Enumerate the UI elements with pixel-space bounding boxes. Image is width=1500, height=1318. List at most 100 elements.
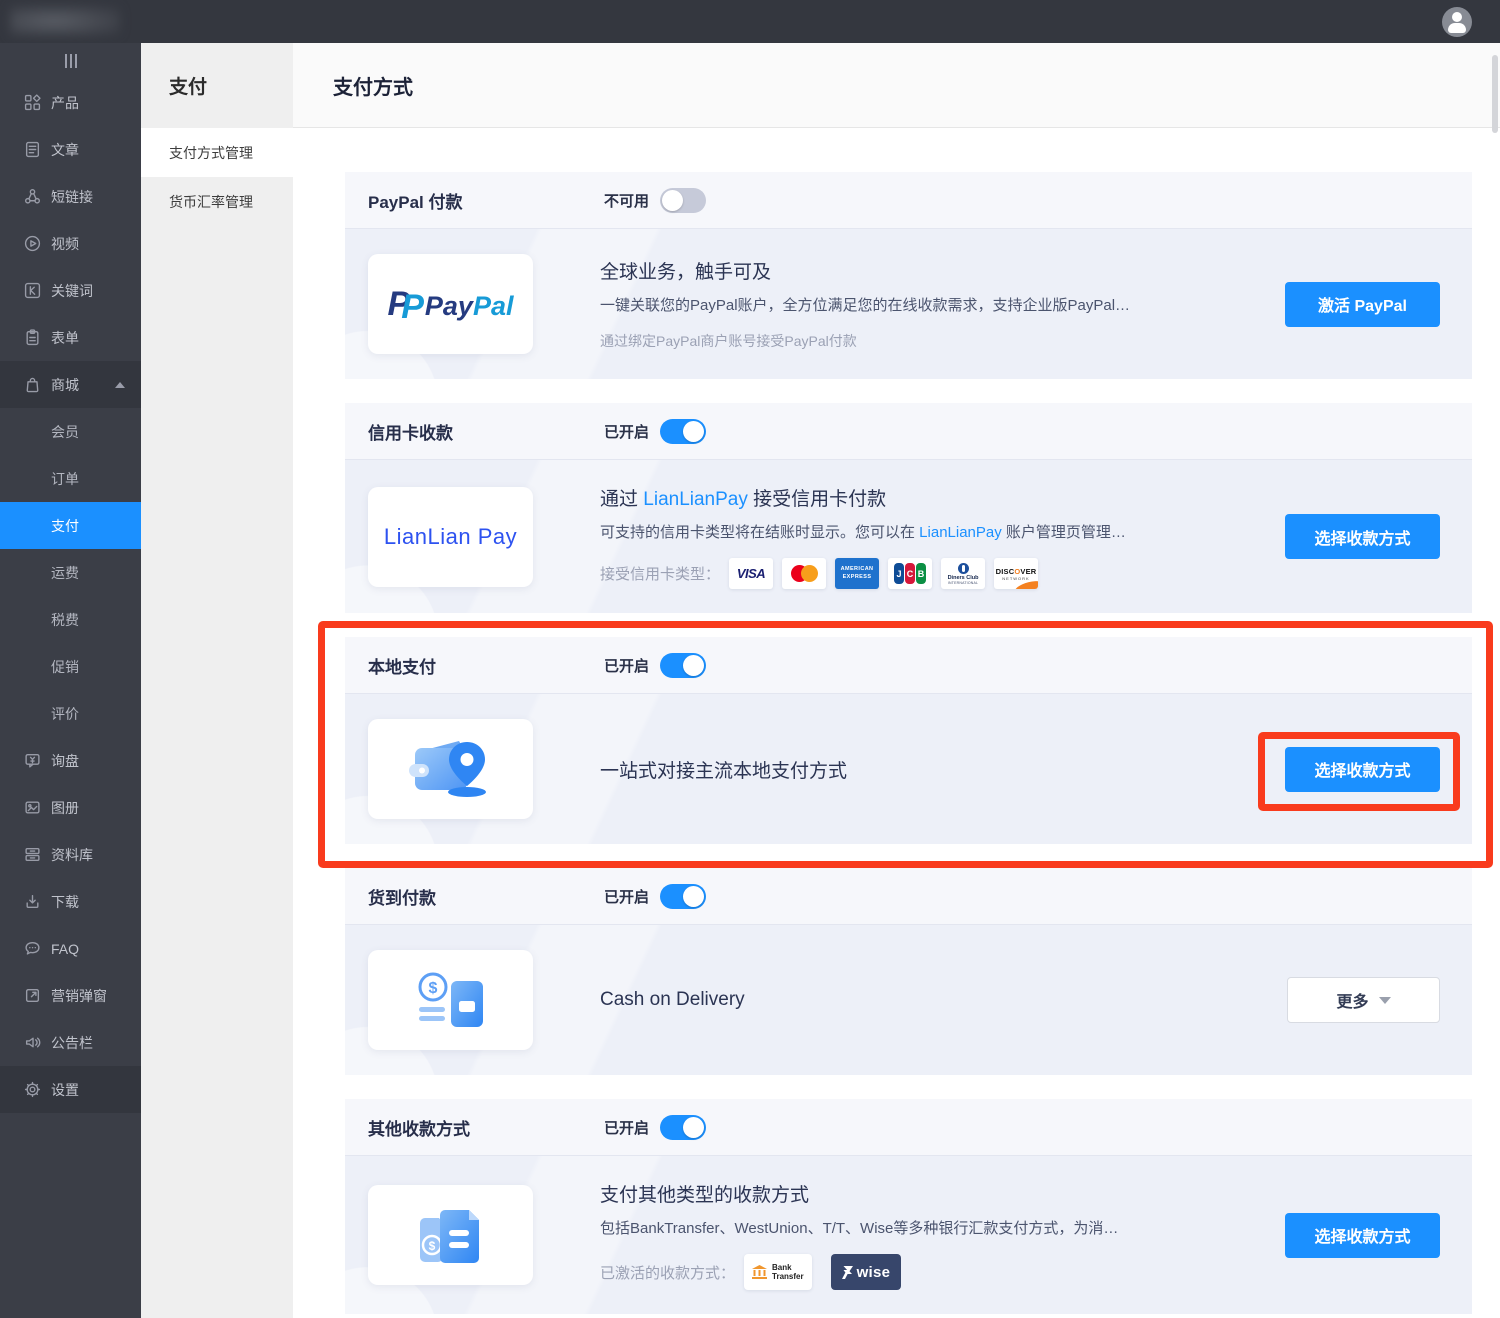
card-title: 支付其他类型的收款方式 <box>600 1180 1285 1207</box>
sidebar-item-label: 下载 <box>51 892 79 912</box>
sidebar-item-inquiry[interactable]: 询盘 <box>0 737 141 784</box>
page-header: 支付方式 <box>293 43 1500 128</box>
mastercard-icon <box>782 558 826 589</box>
sidebar-item-label: 视频 <box>51 234 79 254</box>
sidebar-item-label: 设置 <box>51 1080 79 1100</box>
sidebar-item-forms[interactable]: 表单 <box>0 314 141 361</box>
scrollbar-thumb[interactable] <box>1492 55 1498 133</box>
sidebar-item-gallery[interactable]: 图册 <box>0 784 141 831</box>
keyword-icon <box>24 282 41 299</box>
sidebar-item-marketing-popup[interactable]: 营销弹窗 <box>0 972 141 1019</box>
lianlianpay-wordmark: LianLian Pay <box>384 524 517 550</box>
sidebar-item-mall[interactable]: 商城 <box>0 361 141 408</box>
subnav-item-payment-methods[interactable]: 支付方式管理 <box>141 128 293 177</box>
card-note: 通过绑定PayPal商户账号接受PayPal付款 <box>600 331 1285 351</box>
subitem-label: 会员 <box>51 422 79 442</box>
sidebar-item-label: 公告栏 <box>51 1033 93 1053</box>
sidebar-subitem-reviews[interactable]: 评价 <box>0 690 141 737</box>
card-description: 包括BankTransfer、WestUnion、T/T、Wise等多种银行汇款… <box>600 1217 1285 1238</box>
card-title: Cash on Delivery <box>600 989 1287 1011</box>
cod-logo: $ <box>368 950 533 1050</box>
sidebar-subitem-payment[interactable]: 支付 <box>0 502 141 549</box>
choose-payment-method-button[interactable]: 选择收款方式 <box>1285 747 1440 792</box>
discover-card-icon: DISCOVERNETWORK <box>994 558 1038 589</box>
svg-text:$: $ <box>428 1239 435 1253</box>
sidebar-subitem-tax[interactable]: 税费 <box>0 596 141 643</box>
page-title: 支付方式 <box>333 71 413 100</box>
image-icon <box>24 799 41 816</box>
toggle-label: 已开启 <box>604 655 649 676</box>
annotation-box-small: 选择收款方式 <box>1285 747 1440 792</box>
sidebar-subitem-members[interactable]: 会员 <box>0 408 141 455</box>
video-play-icon <box>24 235 41 252</box>
sidebar-collapse-button[interactable] <box>0 43 141 79</box>
other-methods-toggle[interactable] <box>660 1115 706 1140</box>
subitem-label: 运费 <box>51 563 79 583</box>
sidebar-subitem-orders[interactable]: 订单 <box>0 455 141 502</box>
sidebar-item-products[interactable]: 产品 <box>0 79 141 126</box>
main-content: 支付方式 PayPal 付款 不可用 PP <box>293 43 1500 1318</box>
card-title: 全球业务，触手可及 <box>600 257 1285 284</box>
sidebar-item-label: 资料库 <box>51 845 93 865</box>
activate-paypal-button[interactable]: 激活 PayPal <box>1285 282 1440 327</box>
sidebar-item-videos[interactable]: 视频 <box>0 220 141 267</box>
activated-methods-label: 已激活的收款方式： <box>600 1262 735 1283</box>
subnav-item-label: 支付方式管理 <box>169 143 253 163</box>
popup-expand-icon <box>24 987 41 1004</box>
section-title: 其他收款方式 <box>368 1115 604 1140</box>
section-title: PayPal 付款 <box>368 188 604 213</box>
inquiry-bubble-icon <box>24 752 41 769</box>
download-icon <box>24 893 41 910</box>
archive-icon <box>24 846 41 863</box>
subnav-item-currency-rates[interactable]: 货币汇率管理 <box>141 177 293 226</box>
bank-transfer-badge: BankTransfer <box>744 1254 812 1290</box>
section-title: 信用卡收款 <box>368 419 604 444</box>
sidebar-item-download[interactable]: 下载 <box>0 878 141 925</box>
jcb-card-icon: JCB <box>888 558 932 589</box>
card-title: 通过 LianLianPay 接受信用卡付款 <box>600 484 1285 511</box>
more-button[interactable]: 更多 <box>1287 977 1440 1023</box>
sidebar-item-library[interactable]: 资料库 <box>0 831 141 878</box>
cod-toggle[interactable] <box>660 884 706 909</box>
sidebar-item-label: 图册 <box>51 798 79 818</box>
wise-flag-icon <box>842 1266 853 1279</box>
shopping-bag-icon <box>24 376 41 393</box>
sidebar-subitem-shipping[interactable]: 运费 <box>0 549 141 596</box>
lianlianpay-link[interactable]: LianLianPay <box>643 489 748 510</box>
more-button-label: 更多 <box>1336 988 1368 1012</box>
local-payment-toggle[interactable] <box>660 653 706 678</box>
chevron-down-icon <box>1379 997 1391 1004</box>
card-description: 可支持的信用卡类型将在结账时显示。您可以在 LianLianPay 账户管理页管… <box>600 521 1285 542</box>
top-bar <box>0 0 1500 43</box>
paypal-wordmark: Pal <box>473 291 514 322</box>
money-document-icon: $ <box>411 1200 491 1270</box>
diners-club-icon: Diners ClubINTERNATIONAL <box>941 558 985 589</box>
paypal-wordmark: Pay <box>425 291 473 322</box>
app-logo-blurred <box>0 0 140 43</box>
subnav-item-label: 货币汇率管理 <box>169 192 253 212</box>
user-avatar[interactable] <box>1442 7 1472 37</box>
sidebar-item-settings[interactable]: 设置 <box>0 1066 141 1113</box>
local-payment-logo <box>368 719 533 819</box>
grid-icon <box>24 94 41 111</box>
sidebar-item-articles[interactable]: 文章 <box>0 126 141 173</box>
toggle-label: 不可用 <box>604 190 649 211</box>
wise-badge: wise <box>831 1254 902 1290</box>
section-title: 本地支付 <box>368 653 604 678</box>
sidebar-item-shortlinks[interactable]: 短链接 <box>0 173 141 220</box>
paypal-toggle[interactable] <box>660 188 706 213</box>
section-local-payment: 本地支付 已开启 <box>345 637 1472 844</box>
lianlianpay-logo: LianLian Pay <box>368 487 533 587</box>
card-title: 一站式对接主流本地支付方式 <box>600 756 1285 783</box>
section-title: 货到付款 <box>368 884 604 909</box>
choose-payment-method-button[interactable]: 选择收款方式 <box>1285 1213 1440 1258</box>
credit-card-toggle[interactable] <box>660 419 706 444</box>
sidebar-item-announcement[interactable]: 公告栏 <box>0 1019 141 1066</box>
section-other-methods: 其他收款方式 已开启 <box>345 1099 1472 1314</box>
choose-payment-method-button[interactable]: 选择收款方式 <box>1285 514 1440 559</box>
lianlianpay-link[interactable]: LianLianPay <box>919 524 1002 541</box>
sidebar-item-label: 营销弹窗 <box>51 986 107 1006</box>
sidebar-item-keywords[interactable]: 关键词 <box>0 267 141 314</box>
sidebar-item-faq[interactable]: FAQ <box>0 925 141 972</box>
sidebar-subitem-promotion[interactable]: 促销 <box>0 643 141 690</box>
